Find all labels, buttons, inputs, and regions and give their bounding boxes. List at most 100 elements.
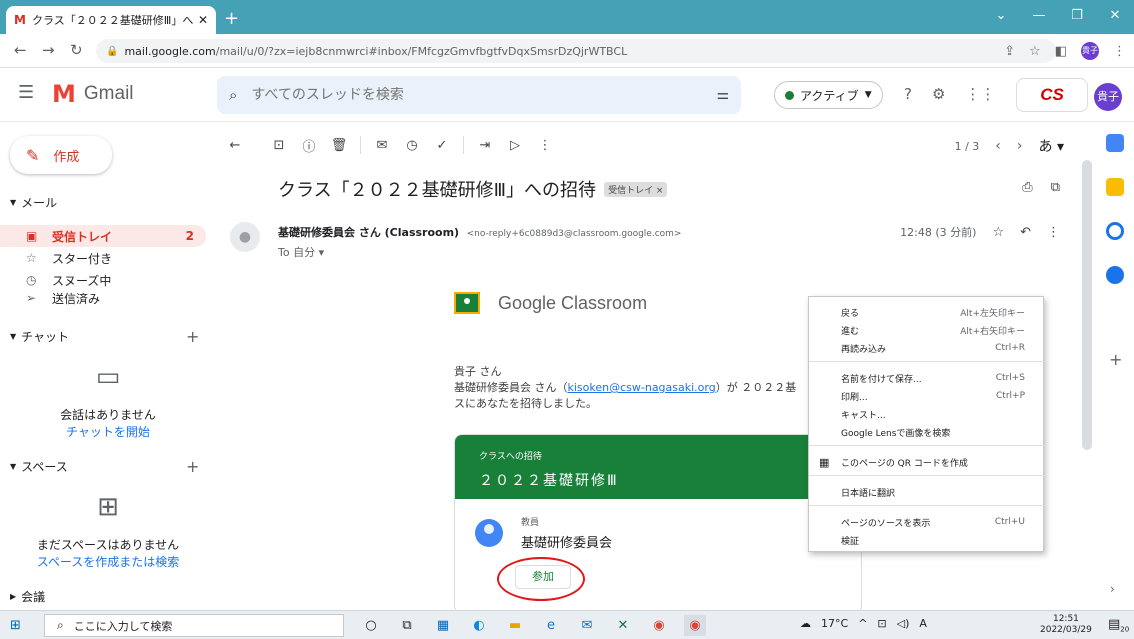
help-icon[interactable]: ? [904,85,912,103]
ctx-item-view-source[interactable]: ページのソースを表示 Ctrl+U [809,513,1045,531]
tab-search-icon[interactable]: ⌄ [982,0,1020,34]
status-dropdown[interactable]: アクティブ ▼ [774,81,883,109]
organization-logo[interactable]: CS [1016,78,1088,112]
ctx-item-qr-code[interactable]: ▦ このページの QR コードを作成 [809,453,1045,471]
start-chat-link[interactable]: チャットを開始 [0,423,216,440]
open-new-window-icon[interactable]: ⧉ [1051,180,1060,195]
keep-icon[interactable] [1106,178,1124,196]
star-message-icon[interactable]: ☆ [992,225,1004,240]
ctx-item-back[interactable]: 戻る Alt+左矢印キー [809,303,1045,321]
minimize-button[interactable]: — [1020,0,1058,34]
chat-section-header[interactable]: ▼ チャット + [0,326,216,346]
lock-icon[interactable]: 🔒 [106,46,118,57]
volume-icon[interactable]: ◁) [897,617,910,630]
new-chat-plus-icon[interactable]: + [186,327,199,346]
ime-label[interactable]: A [919,617,927,630]
main-menu-icon[interactable]: ☰ [18,82,34,103]
ctx-item-reload[interactable]: 再読み込み Ctrl+R [809,339,1045,357]
input-tools-button[interactable]: あ ▾ [1039,136,1064,156]
taskbar-search-box[interactable]: ⌕ ここに入力して検索 [44,614,344,637]
outlook-icon[interactable]: ✉ [576,615,598,636]
settings-gear-icon[interactable]: ⚙ [932,85,945,103]
tray-chevron-icon[interactable]: ^ [858,617,867,630]
url-bar[interactable]: 🔒 mail.google.com/mail/u/0/?zx=iejb8cnmw… [96,39,1056,63]
browser-tab[interactable]: M クラス「２０２２基礎研修Ⅲ」への招 ✕ [6,6,216,34]
nav-item-inbox[interactable]: ▣ 受信トレイ 2 [0,225,206,247]
newer-chevron-icon[interactable]: ‹ [995,138,1001,154]
create-space-link[interactable]: スペースを作成または検索 [0,553,216,570]
delete-icon[interactable]: 🗑 [324,138,354,153]
calendar-icon[interactable] [1106,134,1124,152]
reply-icon[interactable]: ↶ [1020,225,1031,240]
compose-button[interactable]: ✎ 作成 [10,136,112,174]
calculator-app-icon[interactable]: ▦ [432,615,454,636]
excel-icon[interactable]: ✕ [612,615,634,636]
add-task-icon[interactable]: ✓ [427,138,457,153]
search-input[interactable] [251,87,717,103]
sender-name[interactable]: 基礎研修委員会 さん (Classroom) [278,226,459,239]
ctx-item-cast[interactable]: キャスト... [809,405,1045,423]
cortana-icon[interactable]: ○ [360,615,382,636]
inbox-label-chip[interactable]: 受信トレイ × [604,181,668,197]
weather-icon[interactable]: ☁ [800,617,811,630]
notification-center-icon[interactable]: ▤20 [1108,617,1129,634]
bookmark-star-icon[interactable]: ☆ [1029,44,1041,59]
new-tab-button[interactable]: + [224,8,239,29]
sender-email-link[interactable]: kisoken@csw-nagasaki.org [568,381,716,394]
nav-item-snoozed[interactable]: ◷ スヌーズ中 [0,269,206,291]
forward-icon[interactable]: → [42,41,55,59]
nav-item-sent[interactable]: ➢ 送信済み [0,291,206,305]
close-tab-icon[interactable]: ✕ [198,13,208,27]
apps-grid-icon[interactable]: ⋮⋮ [965,85,995,103]
account-avatar[interactable]: 貴子 [1094,83,1122,111]
gmail-logo[interactable]: M Gmail [52,80,134,108]
get-addons-plus-icon[interactable]: + [1109,350,1122,369]
share-icon[interactable]: ⇪ [1004,44,1015,59]
print-icon[interactable]: ⎙ [1022,180,1032,195]
back-icon[interactable]: ← [14,41,27,59]
tasks-icon[interactable] [1106,222,1124,240]
recipients-toggle[interactable]: To 自分 ▾ [278,244,681,260]
task-view-icon[interactable]: ⧉ [396,615,418,636]
back-to-inbox-icon[interactable]: ← [220,138,250,153]
ctx-item-translate[interactable]: 日本語に翻訳 [809,483,1045,501]
search-options-icon[interactable]: ⚌ [716,87,729,103]
ctx-item-google-lens[interactable]: Google Lensで画像を検索 [809,423,1045,441]
collapse-panel-chevron-icon[interactable]: › [1110,582,1115,596]
more-options-icon[interactable]: ⋮ [530,138,560,153]
reload-icon[interactable]: ↻ [70,41,83,59]
internet-explorer-icon[interactable]: e [540,615,562,636]
profile-avatar[interactable]: 貴子 [1081,42,1099,60]
browser-menu-icon[interactable]: ⋮ [1113,44,1126,59]
snooze-icon[interactable]: ◷ [397,138,427,153]
ctx-item-inspect[interactable]: 検証 [809,531,1045,549]
ctx-item-print[interactable]: 印刷... Ctrl+P [809,387,1045,405]
ctx-item-forward[interactable]: 進む Alt+右矢印キー [809,321,1045,339]
older-chevron-icon[interactable]: › [1017,138,1023,154]
chrome-profile-icon[interactable]: ◉ [684,615,706,636]
move-to-icon[interactable]: ⇥ [470,138,500,153]
edge-icon[interactable]: ◐ [468,615,490,636]
report-spam-icon[interactable]: ⓘ [294,136,324,155]
meet-section-header[interactable]: ▶ 会議 [0,586,216,606]
email-scrollbar[interactable] [1082,160,1092,450]
mark-unread-icon[interactable]: ✉ [367,138,397,153]
side-panel-icon[interactable]: ◧ [1055,44,1067,59]
spaces-section-header[interactable]: ▼ スペース + [0,456,216,476]
new-space-plus-icon[interactable]: + [186,457,199,476]
nav-item-starred[interactable]: ☆ スター付き [0,247,206,269]
close-window-button[interactable]: ✕ [1096,0,1134,34]
ctx-item-save-as[interactable]: 名前を付けて保存... Ctrl+S [809,369,1045,387]
network-icon[interactable]: ⊡ [877,617,886,630]
contacts-icon[interactable] [1106,266,1124,284]
message-more-icon[interactable]: ⋮ [1047,225,1060,240]
label-icon[interactable]: ▷ [500,138,530,153]
file-explorer-icon[interactable]: ▬ [504,615,526,636]
archive-icon[interactable]: ⊡ [264,138,294,153]
restore-button[interactable]: ❐ [1058,0,1096,34]
search-icon[interactable]: ⌕ [229,86,237,104]
windows-start-icon[interactable]: ⊞ [10,618,21,633]
mail-section-header[interactable]: ▼ メール [0,192,216,212]
taskbar-clock[interactable]: 12:51 2022/03/29 [1040,614,1092,636]
chrome-icon[interactable]: ◉ [648,615,670,636]
